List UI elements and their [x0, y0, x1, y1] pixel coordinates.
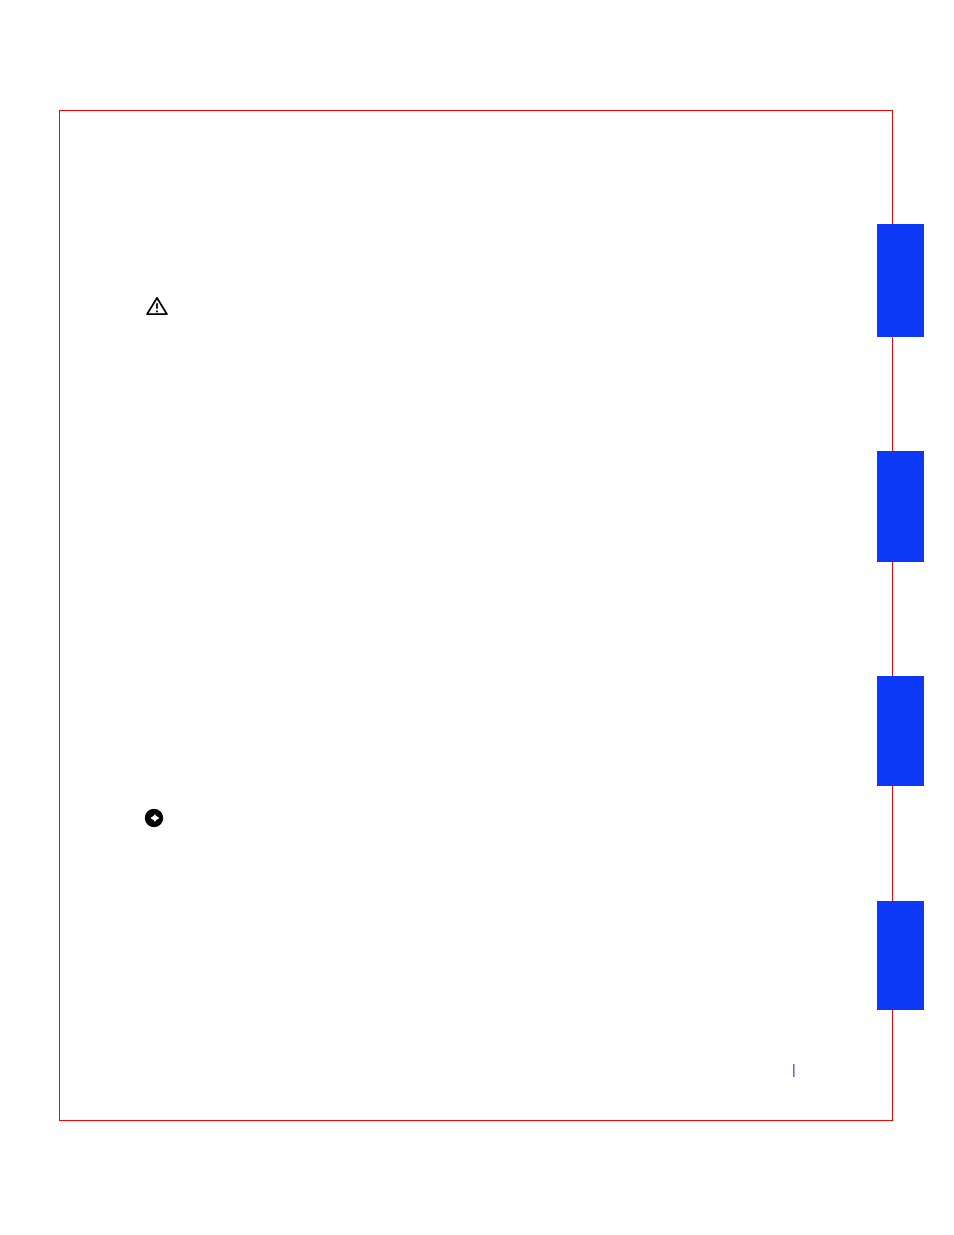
- side-tab-3[interactable]: [877, 676, 924, 786]
- warning-triangle-icon: [146, 297, 168, 315]
- footer-separator: |: [792, 1062, 796, 1076]
- side-tab-2[interactable]: [877, 451, 924, 562]
- notice-circle-arrow-icon: [143, 807, 165, 829]
- side-tab-4[interactable]: [877, 901, 924, 1010]
- page-border: [59, 110, 893, 1121]
- side-tab-1[interactable]: [877, 224, 924, 337]
